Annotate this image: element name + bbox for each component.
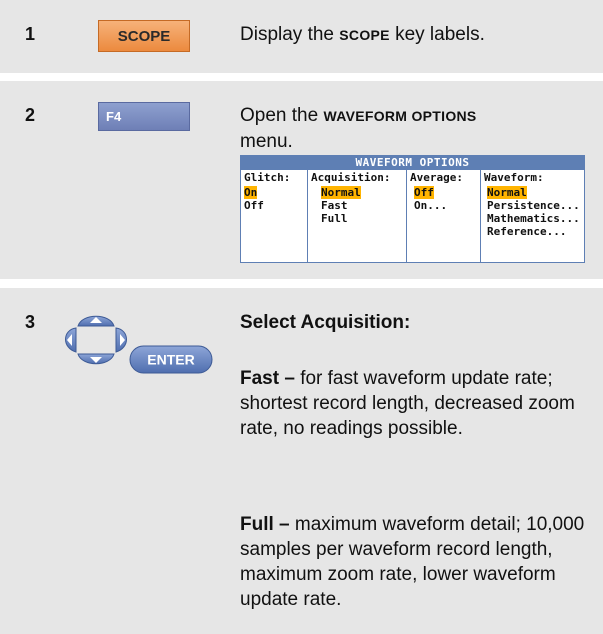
menu-option[interactable]: Full (308, 212, 406, 225)
fast-label: Fast – (240, 368, 295, 389)
step-2-row: 2 F4 Open the WAVEFORM OPTIONS menu. WAVE… (0, 81, 603, 279)
column-header: Acquisition: (311, 171, 391, 184)
up-arrow-key[interactable] (77, 315, 115, 327)
step-1-text-after: key labels. (389, 24, 485, 45)
menu-option[interactable]: Off (241, 199, 306, 212)
menu-option[interactable]: Off (407, 186, 480, 199)
menu-column-waveform: Waveform: Normal Persistence... Mathemat… (480, 170, 585, 262)
step-3-intro: Select Acquisition: (240, 310, 595, 335)
fast-description: Fast – for fast waveform update rate; sh… (240, 366, 595, 441)
menu-option[interactable]: Reference... (481, 225, 585, 238)
instruction-page: 1 SCOPE Display the SCOPE key labels. 2 … (0, 0, 603, 634)
full-label: Full – (240, 514, 290, 535)
step-2-menu-name: WAVEFORM OPTIONS (323, 108, 477, 124)
step-1-key-name: SCOPE (339, 27, 390, 43)
enter-key-label: ENTER (147, 352, 194, 368)
step-3-row: 3 ENTER Select Acquisition: Fast – for f… (0, 288, 603, 634)
menu-title: WAVEFORM OPTIONS (241, 156, 584, 170)
full-text: maximum waveform detail; 10,000 samples … (240, 514, 585, 610)
step-number: 1 (25, 24, 36, 44)
menu-option[interactable]: On (241, 186, 306, 199)
menu-column-average: Average: Off On... (406, 170, 480, 262)
menu-option[interactable]: Mathematics... (481, 212, 585, 225)
menu-option[interactable]: On... (407, 199, 480, 212)
menu-option[interactable]: Fast (308, 199, 406, 212)
right-arrow-key[interactable] (115, 327, 127, 353)
step-2-text-line2: menu. (240, 131, 293, 152)
menu-columns: Glitch: On Off Acquisition: Normal Fast … (241, 170, 584, 262)
column-header: Average: (410, 171, 463, 184)
menu-option[interactable]: Normal (481, 186, 585, 199)
step-number: 3 (25, 312, 36, 332)
step-number: 2 (25, 105, 36, 125)
column-header: Waveform: (484, 171, 544, 184)
f4-key[interactable]: F4 (98, 102, 190, 131)
left-arrow-key[interactable] (65, 327, 77, 353)
column-header: Glitch: (244, 171, 291, 184)
arrow-enter-pad[interactable]: ENTER (52, 306, 217, 374)
enter-key[interactable]: ENTER (129, 345, 213, 374)
step-3-intro-text: Select Acquisition: (240, 312, 411, 333)
step-2-text-before: Open the (240, 105, 324, 126)
step-1-row: 1 SCOPE Display the SCOPE key labels. (0, 0, 603, 73)
step-1-text-before: Display the (240, 24, 340, 45)
step-1-description: Display the SCOPE key labels. (240, 22, 595, 48)
down-arrow-key[interactable] (77, 353, 115, 365)
scope-key[interactable]: SCOPE (98, 20, 190, 52)
full-description: Full – maximum waveform detail; 10,000 s… (240, 512, 595, 612)
menu-option[interactable]: Persistence... (481, 199, 585, 212)
waveform-options-menu: WAVEFORM OPTIONS Glitch: On Off Acquisit… (240, 155, 585, 263)
menu-column-acquisition: Acquisition: Normal Fast Full (307, 170, 406, 262)
menu-column-glitch: Glitch: On Off (241, 170, 306, 262)
step-2-description: Open the WAVEFORM OPTIONS menu. (240, 103, 595, 154)
menu-option[interactable]: Normal (308, 186, 406, 199)
